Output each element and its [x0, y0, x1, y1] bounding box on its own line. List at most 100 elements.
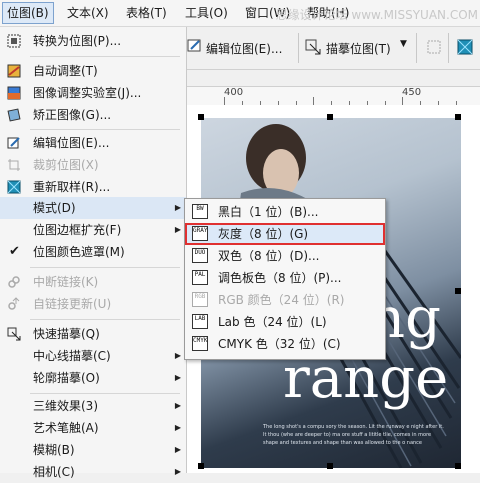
menu-tools[interactable]: 工具(O): [181, 3, 232, 23]
quick-trace-icon: [7, 327, 21, 341]
menu-item-resample[interactable]: 重新取样(R)...: [0, 176, 186, 198]
menu-table[interactable]: 表格(T): [122, 3, 171, 23]
rgb-mode-icon: RGB: [192, 292, 208, 307]
menu-item-3d-effects[interactable]: 三维效果(3) ▶: [0, 395, 186, 417]
submenu-item-label: 黑白（1 位）(B)...: [218, 205, 319, 219]
menu-text[interactable]: 文本(X): [63, 3, 113, 23]
menu-item-label: 矫正图像(G)...: [33, 108, 112, 122]
menu-item-label: 轮廓描摹(O): [33, 371, 100, 385]
black-white-mode-icon: BW: [192, 204, 208, 219]
menu-item-label: 快速描摹(Q): [33, 327, 100, 341]
submenu-item-paletted[interactable]: PAL 调色板色（8 位）(P)...: [185, 267, 385, 289]
toolbar-divider: [416, 33, 417, 63]
menu-item-label: 位图颜色遮罩(M): [33, 245, 125, 259]
mode-submenu: BW 黑白（1 位）(B)... GRAY 灰度（8 位）(G) DUO 双色（…: [184, 198, 386, 360]
submenu-item-grayscale[interactable]: GRAY 灰度（8 位）(G): [185, 223, 385, 245]
menu-bar: 位图(B) 文本(X) 表格(T) 工具(O) 窗口(W) 帮助(H) 思缘设计…: [0, 0, 480, 27]
menu-item-blur[interactable]: 模糊(B) ▶: [0, 439, 186, 461]
submenu-item-cmyk[interactable]: CMYK CMYK 色（32 位）(C): [185, 333, 385, 355]
cmyk-mode-icon: CMYK: [192, 336, 208, 351]
menu-item-convert-to-bitmap[interactable]: 转换为位图(P)...: [0, 30, 186, 52]
break-link-icon: [8, 276, 20, 288]
selection-handle[interactable]: [327, 463, 333, 469]
menu-item-label: 模式(D): [33, 201, 76, 215]
submenu-item-label: CMYK 色（32 位）(C): [218, 337, 341, 351]
chevron-down-icon[interactable]: ▼: [400, 39, 407, 49]
convert-bitmap-icon: [7, 34, 21, 48]
menu-item-label: 模糊(B): [33, 443, 75, 457]
menu-item-outline-trace[interactable]: 轮廓描摹(O) ▶: [0, 367, 186, 389]
trace-bitmap-icon[interactable]: [304, 38, 322, 56]
selection-handle[interactable]: [455, 288, 461, 294]
crop-bitmap-icon: [8, 159, 20, 171]
menu-item-centerline-trace[interactable]: 中心线描摹(C) ▶: [0, 345, 186, 367]
edit-bitmap-button[interactable]: 编辑位图(E)...: [206, 40, 282, 57]
menu-divider: [30, 393, 180, 394]
selection-handle[interactable]: [455, 114, 461, 120]
menu-divider: [30, 319, 180, 320]
ruler-tick: [224, 97, 225, 105]
submenu-item-lab[interactable]: LAB Lab 色（24 位）(L): [185, 311, 385, 333]
menu-item-art-strokes[interactable]: 艺术笔触(A) ▶: [0, 417, 186, 439]
menu-item-label: 中断链接(K): [33, 275, 99, 289]
submenu-arrow-icon: ▶: [174, 401, 181, 410]
menu-item-label: 相机(C): [33, 465, 75, 479]
menu-item-label: 中心线描摹(C): [33, 349, 111, 363]
ruler-label: 450: [402, 87, 422, 98]
menu-divider: [30, 267, 180, 268]
horizontal-ruler: 400 450: [186, 86, 480, 106]
straighten-icon: [7, 108, 21, 122]
menu-item-straighten-image[interactable]: 矫正图像(G)...: [0, 104, 186, 126]
menu-item-label: 裁剪位图(X): [33, 158, 99, 172]
menu-item-auto-adjust[interactable]: 自动调整(T): [0, 60, 186, 82]
menu-divider: [30, 56, 180, 57]
submenu-arrow-icon: ▶: [174, 467, 181, 476]
submenu-arrow-icon: ▶: [174, 445, 181, 454]
menu-item-break-link: 中断链接(K): [0, 271, 186, 293]
menu-item-image-lab[interactable]: 图像调整实验室(J)...: [0, 82, 186, 104]
submenu-item-duotone[interactable]: DUO 双色（8 位）(D)...: [185, 245, 385, 267]
bitmap-color-icon[interactable]: [456, 38, 474, 56]
menu-bitmap[interactable]: 位图(B): [2, 2, 54, 24]
edit-bitmap-icon: [7, 137, 20, 149]
selection-handle[interactable]: [198, 114, 204, 120]
selection-handle[interactable]: [198, 463, 204, 469]
submenu-item-label: 灰度（8 位）(G): [218, 227, 309, 241]
menu-divider: [30, 129, 180, 130]
menu-item-label: 艺术笔触(A): [33, 421, 99, 435]
menu-item-bitmap-border-expand[interactable]: 位图边框扩充(F) ▶: [0, 219, 186, 241]
menu-item-mode[interactable]: 模式(D) ▶: [0, 197, 186, 219]
submenu-arrow-icon: ▶: [174, 351, 181, 360]
submenu-arrow-icon: ▶: [174, 373, 181, 382]
ruler-tick: [402, 97, 403, 105]
menu-item-label: 自动调整(T): [33, 64, 98, 78]
menu-item-update-from-link: 自链接更新(U): [0, 293, 186, 315]
watermark: 思缘设计论坛 www.MISSYUAN.COM: [275, 8, 478, 22]
submenu-item-black-white[interactable]: BW 黑白（1 位）(B)...: [185, 201, 385, 223]
resample-icon: [7, 180, 21, 194]
auto-adjust-icon: [7, 64, 21, 78]
caption-text: The long shot's a compu sory the season.…: [263, 424, 444, 430]
lab-mode-icon: LAB: [192, 314, 208, 329]
bitmap-menu: 转换为位图(P)... 自动调整(T) 图像调整实验室(J)... 矫正图像(G…: [0, 27, 187, 479]
selection-handle[interactable]: [327, 114, 333, 120]
ruler-label: 400: [224, 87, 244, 98]
submenu-item-label: 调色板色（8 位）(P)...: [218, 271, 342, 285]
menu-item-edit-bitmap[interactable]: 编辑位图(E)...: [0, 132, 186, 154]
menu-item-label: 重新取样(R)...: [33, 180, 111, 194]
caption-text: It thou (whe are deeper to) ma ore stuff…: [263, 432, 432, 438]
menu-item-label: 三维效果(3): [33, 399, 98, 413]
menu-item-quick-trace[interactable]: 快速描摹(Q): [0, 323, 186, 345]
submenu-item-rgb: RGB RGB 颜色（24 位）(R): [185, 289, 385, 311]
align-icon[interactable]: [426, 39, 442, 55]
trace-bitmap-button[interactable]: 描摹位图(T): [326, 40, 391, 57]
caption-text: shape and textures and shape than was al…: [263, 440, 423, 446]
paletted-mode-icon: PAL: [192, 270, 208, 285]
menu-item-bitmap-color-mask[interactable]: ✔ 位图颜色遮罩(M): [0, 241, 186, 263]
selection-handle[interactable]: [455, 463, 461, 469]
menu-item-camera[interactable]: 相机(C) ▶: [0, 461, 186, 483]
checkmark-icon: ✔: [9, 244, 20, 259]
grayscale-mode-icon: GRAY: [192, 226, 208, 241]
image-lab-icon: [7, 86, 21, 100]
edit-bitmap-icon[interactable]: [186, 37, 204, 55]
